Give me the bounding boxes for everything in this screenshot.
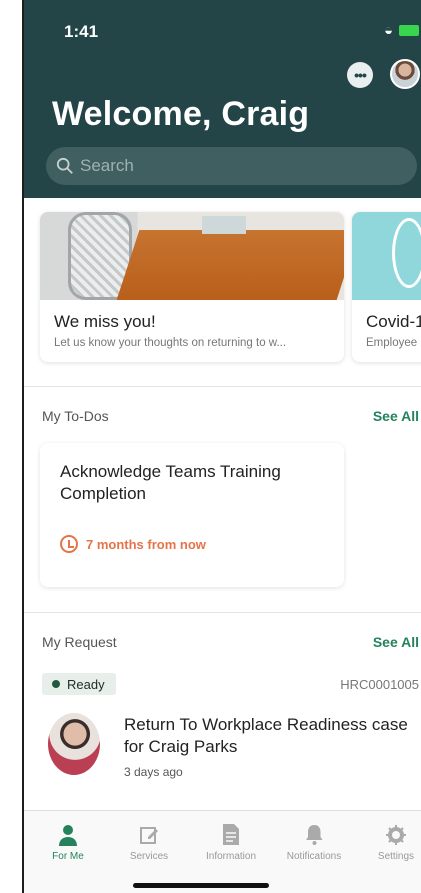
card-subtitle: Employee — [366, 337, 418, 349]
todo-title: Acknowledge Teams Training Completion — [60, 462, 281, 503]
tab-label: Settings — [377, 851, 415, 862]
profile-avatar[interactable] — [390, 59, 420, 89]
mobile-app-screen: 1:41 ◒ ••• Welcome, Craig Search We miss… — [22, 0, 421, 893]
gear-icon — [357, 821, 421, 848]
status-dot — [52, 680, 60, 688]
status-time: 1:41 — [64, 22, 99, 41]
covid-card[interactable]: Covid-1 Employee — [352, 212, 421, 362]
tab-information[interactable]: Information — [192, 821, 270, 862]
monitor-illustration — [202, 216, 246, 234]
home-indicator — [133, 883, 269, 888]
tab-label: Information — [205, 851, 257, 862]
tab-services[interactable]: Services — [110, 821, 188, 862]
request-see-all-link[interactable]: See All — [373, 634, 419, 650]
status-icons: ◒ — [384, 22, 419, 39]
clock-icon — [60, 535, 78, 553]
covid-image — [352, 212, 421, 300]
featured-cards: We miss you! Let us know your thoughts o… — [40, 212, 421, 362]
bell-icon — [275, 821, 353, 848]
document-icon — [192, 821, 270, 848]
search-placeholder: Search — [80, 156, 134, 175]
tab-settings[interactable]: Settings — [357, 821, 421, 862]
card-subtitle: Let us know your thoughts on returning t… — [54, 337, 287, 349]
edit-icon — [110, 821, 188, 848]
request-title[interactable]: Return To Workplace Readiness case for C… — [124, 714, 421, 758]
requester-avatar — [48, 713, 100, 775]
todos-section: My To-Dos See All Acknowledge Teams Trai… — [24, 386, 421, 612]
more-options-button[interactable]: ••• — [347, 62, 373, 88]
battery-icon — [399, 25, 419, 36]
office-image — [40, 212, 344, 300]
card-title: Covid-1 — [366, 312, 421, 331]
tab-label: Notifications — [286, 851, 342, 862]
todos-section-title: My To-Dos — [42, 408, 109, 424]
search-icon — [56, 157, 73, 174]
feedback-card[interactable]: We miss you! Let us know your thoughts o… — [40, 212, 344, 362]
search-bar[interactable]: Search — [46, 147, 417, 185]
todos-see-all-link[interactable]: See All — [373, 408, 419, 424]
tab-for-me[interactable]: For Me — [29, 821, 107, 862]
app-header: 1:41 ◒ ••• Welcome, Craig Search — [24, 0, 421, 198]
tab-label: For Me — [52, 851, 84, 862]
tab-notifications[interactable]: Notifications — [275, 821, 353, 862]
todo-due: 7 months from now — [60, 535, 206, 553]
tab-label: Services — [129, 851, 169, 862]
request-section-title: My Request — [42, 634, 117, 650]
status-badge: Ready — [42, 673, 116, 695]
person-icon — [29, 821, 107, 848]
cable-illustration — [392, 218, 421, 288]
bottom-tab-bar: For Me Services Information Notification… — [24, 810, 421, 893]
status-text: Ready — [67, 676, 105, 692]
desk-illustration — [116, 230, 344, 300]
case-number: HRC0001005 — [340, 677, 419, 692]
card-title: We miss you! — [54, 312, 156, 331]
request-section: My Request See All Ready HRC0001005 Retu… — [24, 612, 421, 802]
todo-due-text: 7 months from now — [86, 536, 206, 552]
wifi-icon: ◒ — [383, 22, 393, 39]
todo-card[interactable]: Acknowledge Teams Training Completion 7 … — [40, 443, 344, 587]
request-time: 3 days ago — [124, 765, 183, 779]
welcome-title: Welcome, Craig — [52, 95, 310, 133]
